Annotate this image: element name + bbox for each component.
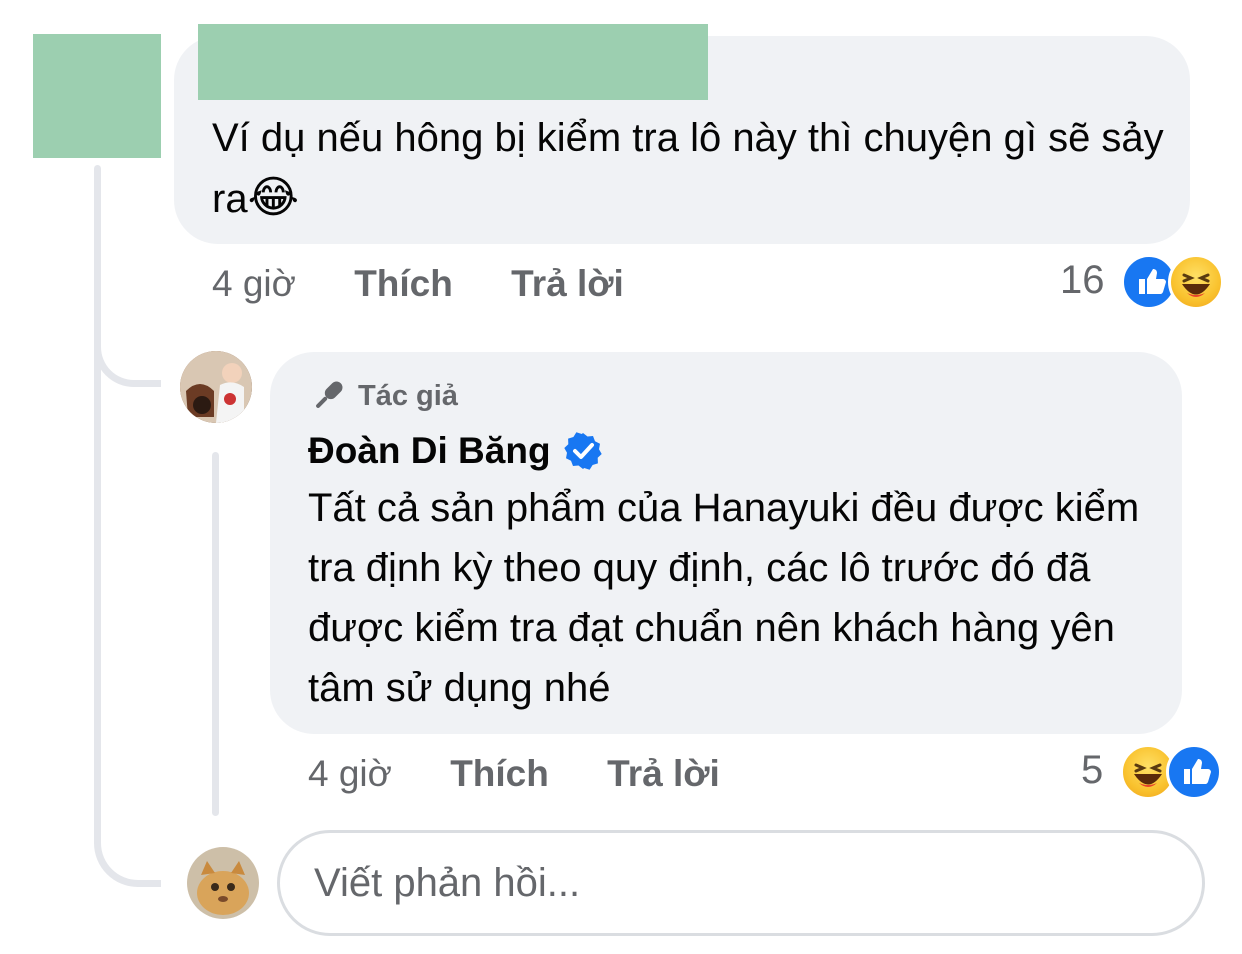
laughing-tears-emoji: 😂	[247, 172, 299, 223]
author-badge-label: Tác giả	[358, 379, 458, 412]
reply-reaction-count[interactable]: 5	[1081, 748, 1103, 792]
comment-bubble: Ví dụ nếu hông bị kiểm tra lô này thì ch…	[174, 24, 1190, 244]
author-badge: Tác giả	[308, 376, 458, 416]
reply-time[interactable]: 4 giờ	[308, 753, 392, 794]
thread-connector-composer	[94, 380, 161, 887]
thread-line-reply	[212, 452, 219, 816]
like-icon[interactable]	[1166, 744, 1222, 800]
author-name[interactable]: Đoàn Di Băng	[308, 430, 551, 472]
redacted-commenter-name	[198, 24, 708, 100]
comment-actions: 4 giờ Thích Trả lời	[212, 264, 624, 304]
reply-like-button[interactable]: Thích	[450, 753, 549, 794]
current-user-avatar[interactable]	[187, 847, 259, 919]
comment-text: Ví dụ nếu hông bị kiểm tra lô này thì ch…	[212, 116, 1164, 223]
microphone-icon	[316, 381, 343, 408]
reply-input[interactable]	[280, 833, 1202, 933]
thread-line-main	[94, 165, 101, 415]
author-avatar[interactable]	[180, 351, 252, 423]
redacted-avatar	[33, 34, 161, 158]
reply-reply-button[interactable]: Trả lời	[607, 753, 720, 794]
verified-badge-icon	[563, 432, 602, 470]
thread-connector-reply	[94, 300, 161, 387]
reply-actions: 4 giờ Thích Trả lời	[308, 754, 720, 794]
reply-composer[interactable]	[277, 830, 1205, 936]
reply-text: Tất cả sản phẩm của Hanayuki đều được ki…	[308, 486, 1140, 710]
comment-reply-button[interactable]: Trả lời	[511, 263, 624, 304]
comment-like-button[interactable]: Thích	[354, 263, 453, 304]
author-name-row: Đoàn Di Băng	[308, 430, 603, 472]
comment-reaction-count[interactable]: 16	[1060, 258, 1105, 302]
haha-icon[interactable]	[1168, 254, 1224, 310]
comment-time[interactable]: 4 giờ	[212, 263, 296, 304]
reply-bubble: Tác giả Đoàn Di Băng Tất cả sản phẩm của…	[270, 352, 1182, 734]
